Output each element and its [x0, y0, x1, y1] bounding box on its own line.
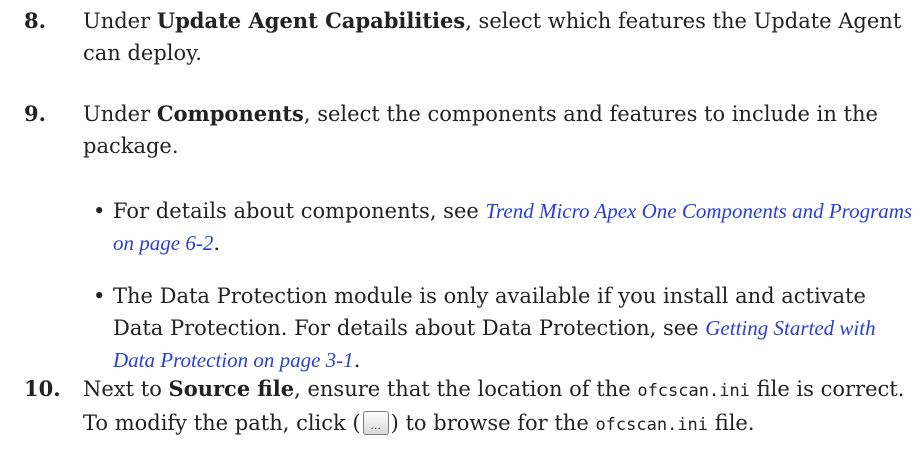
list-item-text: For details about components, see Trend … [113, 195, 913, 259]
filename-ofcscan-ini: ofcscan.ini [595, 415, 709, 435]
step-text: Under Components, select the components … [83, 98, 913, 162]
ui-label-source-file: Source file [168, 376, 295, 401]
step-text-pre: Next to [83, 377, 169, 401]
step-text: Under Update Agent Capabilities, select … [83, 5, 913, 69]
ui-label-components: Components [156, 101, 304, 126]
step-number: 10. [24, 376, 61, 401]
list-item-pre: For details about components, see [113, 199, 486, 223]
step-text-pre: Under [83, 9, 157, 33]
ui-label-update-agent-capabilities: Update Agent Capabilities [156, 8, 466, 33]
step-text: Next to Source file, ensure that the loc… [83, 373, 913, 441]
step-number: 9. [24, 101, 46, 126]
list-item-post: . [213, 231, 221, 255]
list-item-post: . [353, 348, 361, 372]
filename-ofcscan-ini: ofcscan.ini [637, 381, 750, 401]
list-item-text: The Data Protection module is only avail… [113, 280, 913, 376]
bullet-dot: • [93, 199, 106, 223]
step-text-mid: ) to browse for the [390, 411, 596, 435]
step-text-pre: Under [83, 102, 157, 126]
browse-button[interactable]: ... [362, 410, 389, 435]
step-number: 8. [24, 8, 46, 33]
bullet-dot: • [93, 284, 106, 308]
step-text-post: file. [708, 411, 755, 435]
browse-button-label: ... [370, 418, 381, 432]
step-text-mid: , ensure that the location of the [294, 377, 638, 401]
